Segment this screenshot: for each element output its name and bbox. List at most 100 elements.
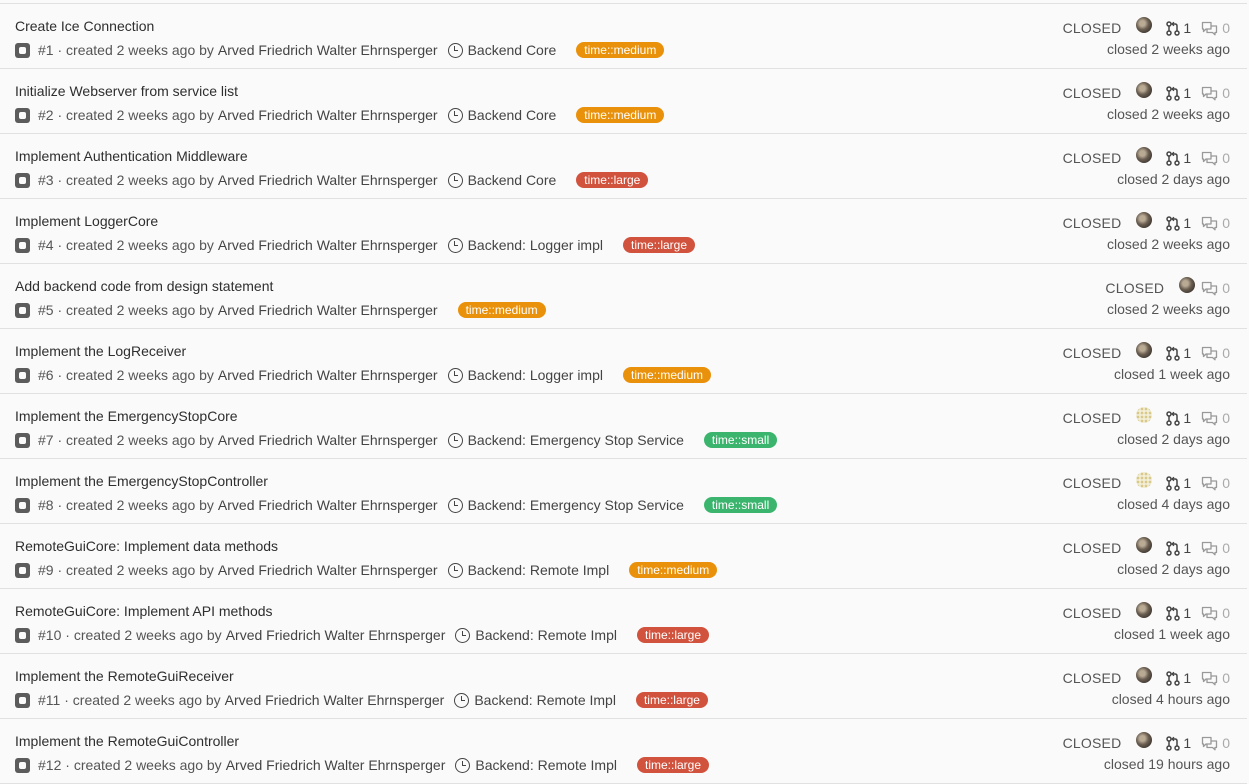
issue-author[interactable]: Arved Friedrich Walter Ehrnsperger xyxy=(225,692,445,708)
issue-milestone[interactable]: Backend: Remote Impl xyxy=(454,692,616,708)
assignee-avatar[interactable] xyxy=(1136,82,1153,98)
issue-milestone[interactable]: Backend Core xyxy=(447,107,556,123)
merge-request-count: 1 xyxy=(1183,605,1192,621)
issue-milestone[interactable]: Backend: Remote Impl xyxy=(455,627,617,643)
issue-title[interactable]: Implement Authentication Middleware xyxy=(15,148,248,164)
issue-author[interactable]: Arved Friedrich Walter Ehrnsperger xyxy=(226,627,446,643)
merge-requests[interactable]: 1 xyxy=(1166,670,1191,686)
issue-label[interactable]: time::medium xyxy=(457,302,546,318)
issue-row[interactable]: Create Ice Connection #1 · created 2 wee… xyxy=(0,4,1247,69)
issue-milestone[interactable]: Backend Core xyxy=(447,172,556,188)
issue-author[interactable]: Arved Friedrich Walter Ehrnsperger xyxy=(218,302,438,318)
issue-created-text: · created 2 weeks ago by xyxy=(61,627,222,643)
comments[interactable]: 0 xyxy=(1201,670,1230,686)
assignee-avatar[interactable] xyxy=(1136,472,1153,488)
issue-author[interactable]: Arved Friedrich Walter Ehrnsperger xyxy=(218,107,438,123)
issue-author[interactable]: Arved Friedrich Walter Ehrnsperger xyxy=(218,172,438,188)
merge-requests[interactable]: 1 xyxy=(1166,345,1191,361)
assignee-avatar[interactable] xyxy=(1136,407,1153,423)
issue-row[interactable]: Implement the RemoteGuiController #12 · … xyxy=(0,719,1247,784)
merge-requests[interactable]: 1 xyxy=(1166,475,1191,491)
issue-row[interactable]: Add backend code from design statement #… xyxy=(0,264,1247,329)
assignee-avatar[interactable] xyxy=(1179,277,1196,293)
comments-icon xyxy=(1202,216,1218,230)
issue-author[interactable]: Arved Friedrich Walter Ehrnsperger xyxy=(218,562,438,578)
issue-row[interactable]: Initialize Webserver from service list #… xyxy=(0,69,1247,134)
issue-label[interactable]: time::large xyxy=(623,237,696,253)
merge-requests[interactable]: 1 xyxy=(1166,410,1191,426)
issue-row[interactable]: Implement the LogReceiver #6 · created 2… xyxy=(0,329,1247,394)
assignee-avatar[interactable] xyxy=(1136,732,1153,748)
issue-author[interactable]: Arved Friedrich Walter Ehrnsperger xyxy=(218,432,438,448)
issue-row[interactable]: Implement Authentication Middleware #3 ·… xyxy=(0,134,1247,199)
issue-title[interactable]: RemoteGuiCore: Implement data methods xyxy=(15,538,278,554)
issue-row[interactable]: Implement LoggerCore #4 · created 2 week… xyxy=(0,199,1247,264)
merge-requests[interactable]: 1 xyxy=(1166,20,1191,36)
comments[interactable]: 0 xyxy=(1201,280,1230,296)
issue-label[interactable]: time::large xyxy=(636,627,710,643)
issue-author[interactable]: Arved Friedrich Walter Ehrnsperger xyxy=(218,237,438,253)
issue-milestone[interactable]: Backend: Remote Impl xyxy=(455,757,617,773)
issue-title[interactable]: Implement the EmergencyStopCore xyxy=(15,408,238,424)
issue-milestone[interactable]: Backend: Logger impl xyxy=(447,367,603,383)
comments[interactable]: 0 xyxy=(1201,735,1230,751)
issue-milestone[interactable]: Backend: Emergency Stop Service xyxy=(447,432,684,448)
issue-author[interactable]: Arved Friedrich Walter Ehrnsperger xyxy=(226,757,446,773)
issue-row[interactable]: Implement the RemoteGuiReceiver #11 · cr… xyxy=(0,654,1247,719)
issue-label[interactable]: time::medium xyxy=(623,367,712,383)
merge-requests[interactable]: 1 xyxy=(1166,605,1191,621)
assignee-avatar[interactable] xyxy=(1136,537,1153,553)
issue-author[interactable]: Arved Friedrich Walter Ehrnsperger xyxy=(218,497,438,513)
issue-state: CLOSED xyxy=(1062,540,1122,556)
issue-label[interactable]: time::large xyxy=(636,757,710,773)
issue-milestone[interactable]: Backend: Logger impl xyxy=(447,237,603,253)
issue-author[interactable]: Arved Friedrich Walter Ehrnsperger xyxy=(218,367,438,383)
issue-title[interactable]: Implement LoggerCore xyxy=(15,213,158,229)
assignee-avatar[interactable] xyxy=(1136,667,1153,683)
issue-row[interactable]: Implement the EmergencyStopCore #7 · cre… xyxy=(0,394,1247,459)
assignee-avatar[interactable] xyxy=(1136,147,1153,163)
merge-requests[interactable]: 1 xyxy=(1166,150,1191,166)
issue-title[interactable]: Implement the EmergencyStopController xyxy=(15,473,268,489)
assignee-avatar[interactable] xyxy=(1136,17,1153,33)
issue-title[interactable]: Implement the RemoteGuiReceiver xyxy=(15,668,234,684)
comments[interactable]: 0 xyxy=(1201,540,1230,556)
issue-row[interactable]: RemoteGuiCore: Implement API methods #10… xyxy=(0,589,1247,654)
comments[interactable]: 0 xyxy=(1201,215,1230,231)
issue-label[interactable]: time::medium xyxy=(576,107,665,123)
issue-title[interactable]: Initialize Webserver from service list xyxy=(15,83,238,99)
issue-label[interactable]: time::small xyxy=(703,432,778,448)
merge-requests[interactable]: 1 xyxy=(1166,540,1191,556)
issue-title[interactable]: Implement the LogReceiver xyxy=(15,343,186,359)
merge-requests[interactable]: 1 xyxy=(1166,735,1191,751)
issue-label[interactable]: time::medium xyxy=(576,42,665,58)
issue-label[interactable]: time::large xyxy=(635,692,708,708)
comments[interactable]: 0 xyxy=(1201,475,1230,491)
issue-title[interactable]: Create Ice Connection xyxy=(15,18,154,34)
assignee-avatar[interactable] xyxy=(1136,602,1153,618)
assignee-avatar[interactable] xyxy=(1136,342,1153,358)
issue-label[interactable]: time::large xyxy=(576,172,649,188)
comments[interactable]: 0 xyxy=(1201,85,1230,101)
issue-title[interactable]: Add backend code from design statement xyxy=(15,278,273,294)
issue-title[interactable]: Implement the RemoteGuiController xyxy=(15,733,239,749)
issue-milestone[interactable]: Backend: Emergency Stop Service xyxy=(447,497,684,513)
issue-label[interactable]: time::small xyxy=(703,497,778,513)
issue-milestone[interactable]: Backend: Remote Impl xyxy=(447,562,609,578)
issue-milestone[interactable]: Backend Core xyxy=(447,42,556,58)
merge-request-icon xyxy=(1166,475,1181,491)
issue-author[interactable]: Arved Friedrich Walter Ehrnsperger xyxy=(218,42,438,58)
assignee-avatar[interactable] xyxy=(1136,212,1153,228)
merge-requests[interactable]: 1 xyxy=(1166,85,1191,101)
comments[interactable]: 0 xyxy=(1201,605,1230,621)
issue-label[interactable]: time::medium xyxy=(629,562,718,578)
merge-requests[interactable]: 1 xyxy=(1166,215,1191,231)
comments[interactable]: 0 xyxy=(1201,20,1230,36)
issue-row[interactable]: Implement the EmergencyStopController #8… xyxy=(0,459,1247,524)
comments-icon xyxy=(1202,541,1218,555)
comments[interactable]: 0 xyxy=(1201,410,1230,426)
issue-row[interactable]: RemoteGuiCore: Implement data methods #9… xyxy=(0,524,1247,589)
issue-title[interactable]: RemoteGuiCore: Implement API methods xyxy=(15,603,273,619)
comments[interactable]: 0 xyxy=(1201,150,1230,166)
comments[interactable]: 0 xyxy=(1201,345,1230,361)
